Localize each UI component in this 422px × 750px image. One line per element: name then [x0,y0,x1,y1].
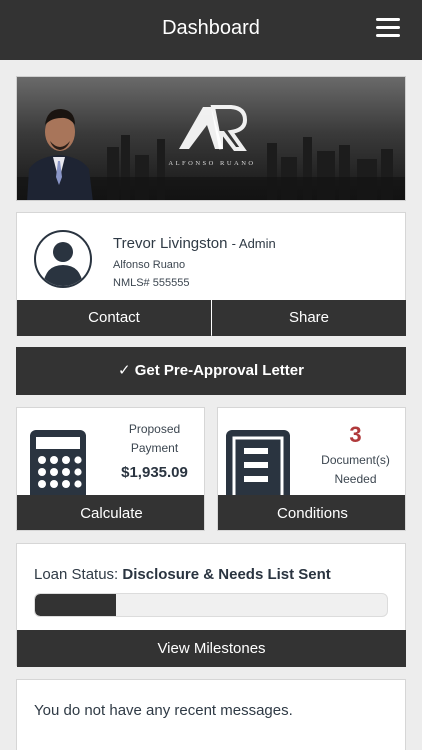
conditions-button[interactable]: Conditions [218,495,405,530]
user-avatar-icon [43,242,83,286]
loan-officer-banner: ALFONSO RUANO [16,76,406,201]
conditions-label-line1: Document(s) [321,453,390,467]
avatar [34,230,92,288]
share-button[interactable]: Share [212,300,406,336]
document-list-icon [226,430,290,496]
loan-progress-bar [34,593,388,617]
user-name: Trevor Livingston [113,235,228,252]
page-title: Dashboard [162,17,260,39]
conditions-tile: 3 Document(s) Needed Conditions [217,407,406,531]
loan-status-label: Loan Status: [34,566,119,583]
user-name-line: Trevor Livingston - Admin [113,235,276,252]
user-role: - Admin [231,236,276,251]
payment-amount: $1,935.09 [121,464,188,481]
messages-card: You do not have any recent messages. [16,679,406,750]
conditions-label-line2: Needed [334,472,377,486]
payment-label-line1: Proposed [128,422,181,436]
user-nmls: NMLS# 555555 [113,277,190,289]
profile-card: Trevor Livingston - Admin Alfonso Ruano … [16,212,406,336]
payment-tile: Proposed Payment $1,935.09 Calculate [16,407,205,531]
pre-approval-letter-button[interactable]: ✓ Get Pre-Approval Letter [16,347,406,395]
calculate-button[interactable]: Calculate [17,495,204,530]
loan-status-card: Loan Status: Disclosure & Needs List Sen… [16,543,406,667]
hamburger-menu-icon[interactable] [376,18,400,38]
contact-button[interactable]: Contact [17,300,211,336]
loan-status-value: Disclosure & Needs List Sent [122,566,331,583]
loan-progress-fill [35,594,116,616]
loan-status-line: Loan Status: Disclosure & Needs List Sen… [34,566,331,583]
view-milestones-button[interactable]: View Milestones [17,630,406,667]
user-company: Alfonso Ruano [113,259,186,271]
banner-image: ALFONSO RUANO [17,77,405,200]
banner-tagline: ALFONSO RUANO [168,160,255,167]
calculator-icon [30,430,86,496]
top-bar: Dashboard [0,0,422,60]
payment-label-line2: Payment [130,441,179,455]
no-messages-text: You do not have any recent messages. [34,702,293,719]
conditions-count: 3 [349,422,362,447]
